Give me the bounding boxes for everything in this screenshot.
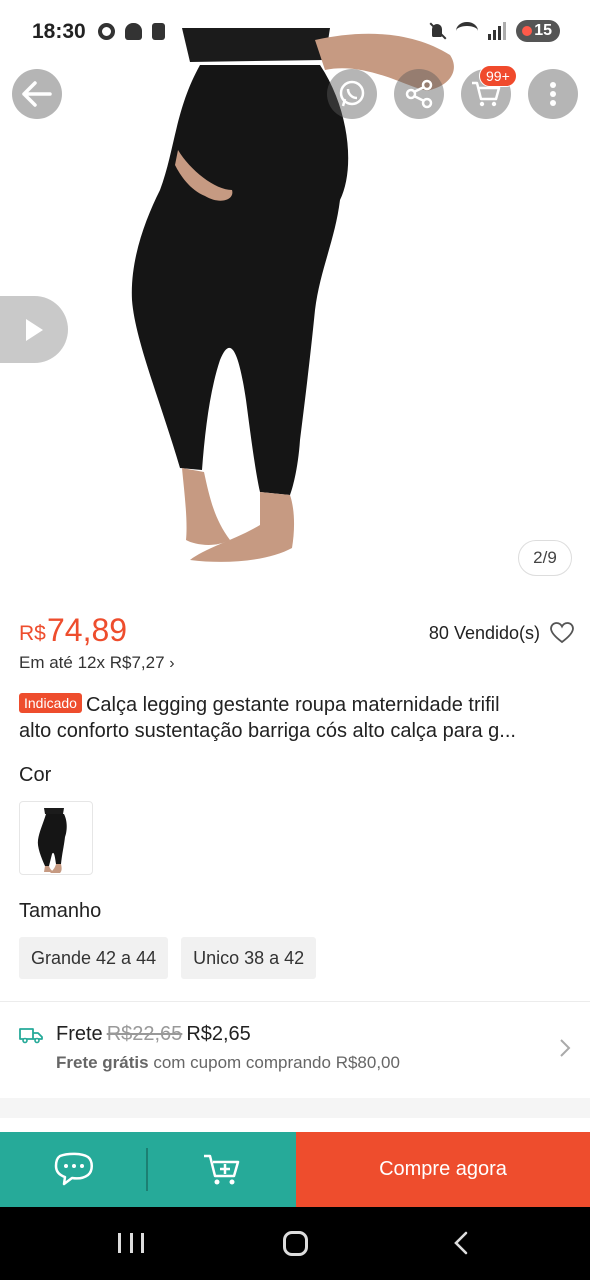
back-arrow-icon — [22, 81, 52, 107]
product-title-line1: Calça legging gestante roupa maternidade… — [85, 694, 500, 716]
share-icon — [405, 79, 433, 109]
size-options: Grande 42 a 44 Unico 38 a 42 — [19, 937, 317, 979]
installments-link[interactable]: Em até 12x R$7,27 › — [19, 653, 175, 673]
battery-level: 15 — [534, 22, 552, 39]
recents-icon[interactable] — [118, 1233, 144, 1253]
bottom-action-bar: Compre agora — [0, 1132, 590, 1207]
play-icon — [26, 318, 43, 341]
cart-count-badge: 99+ — [479, 65, 517, 87]
buy-now-button[interactable]: Compre agora — [296, 1132, 590, 1207]
shipping-new-price: R$2,65 — [186, 1023, 251, 1045]
nav-back-icon[interactable] — [450, 1231, 474, 1255]
shipping-old-price: R$22,65 — [106, 1023, 183, 1045]
color-option-thumbnail[interactable] — [19, 801, 93, 875]
installments-text: Em até 12x R$7,27 — [19, 653, 165, 672]
android-nav-bar — [0, 1207, 590, 1280]
add-to-cart-button[interactable] — [148, 1132, 296, 1207]
price-value: 74,89 — [47, 612, 128, 648]
status-bar: 18:30 15 — [0, 0, 590, 60]
chat-button[interactable] — [0, 1132, 148, 1207]
price-currency: R$ — [19, 622, 46, 645]
play-video-button[interactable] — [0, 296, 68, 363]
shipping-title: Frete R$22,65 R$2,65 — [56, 1023, 251, 1046]
battery-icon — [522, 26, 533, 36]
image-page-counter: 2/9 — [518, 540, 572, 576]
chevron-right-icon — [560, 1039, 571, 1057]
product-image-carousel[interactable]: 99+ 2/9 — [0, 0, 590, 595]
more-options-button[interactable] — [528, 69, 578, 119]
wifi-icon — [456, 22, 479, 40]
status-time: 18:30 — [32, 20, 86, 43]
status-icons-left — [98, 23, 165, 40]
heart-icon[interactable] — [550, 622, 574, 644]
indicado-badge: Indicado — [19, 693, 82, 713]
battery-indicator: 15 — [516, 20, 560, 42]
mute-icon — [428, 22, 446, 40]
back-button[interactable] — [12, 69, 62, 119]
size-option-unico[interactable]: Unico 38 a 42 — [181, 937, 317, 979]
size-label: Tamanho — [19, 900, 102, 922]
color-thumbnail-image — [37, 808, 67, 873]
shipping-subtitle: Frete grátis com cupom comprando R$80,00 — [56, 1053, 400, 1073]
whatsapp-icon — [339, 80, 365, 107]
size-option-grande[interactable]: Grande 42 a 44 — [19, 937, 169, 979]
free-shipping-condition: com cupom comprando R$80,00 — [153, 1053, 400, 1072]
shipping-label: Frete — [56, 1023, 103, 1045]
add-to-cart-icon — [204, 1154, 240, 1184]
price-row: R$ 74,89 80 Vendido(s) — [19, 612, 574, 652]
cart-button[interactable]: 99+ — [461, 65, 517, 119]
share-button[interactable] — [394, 69, 444, 119]
sold-count: 80 Vendido(s) — [428, 622, 540, 643]
free-shipping-label: Frete grátis — [56, 1053, 149, 1072]
sold-wrap: 80 Vendido(s) — [429, 622, 574, 644]
signal-icon — [488, 22, 507, 40]
whatsapp-button[interactable] — [327, 69, 377, 119]
chat-icon — [54, 1152, 93, 1185]
bell-icon — [125, 23, 142, 40]
status-icons-right: 15 — [428, 20, 560, 42]
alert-icon — [152, 23, 165, 40]
truck-icon — [19, 1028, 43, 1044]
product-title-line2: alto conforto sustentação barriga cós al… — [19, 720, 516, 742]
home-icon[interactable] — [283, 1231, 308, 1256]
chrome-icon — [98, 23, 115, 40]
section-separator — [0, 1098, 590, 1118]
more-vertical-icon — [550, 82, 556, 106]
product-title: Indicado Calça legging gestante roupa mat… — [19, 692, 574, 744]
shipping-row[interactable]: Frete R$22,65 R$2,65 Frete grátis com cupo… — [0, 1002, 590, 1098]
color-label: Cor — [19, 764, 52, 786]
chevron-right-icon: › — [169, 655, 175, 672]
